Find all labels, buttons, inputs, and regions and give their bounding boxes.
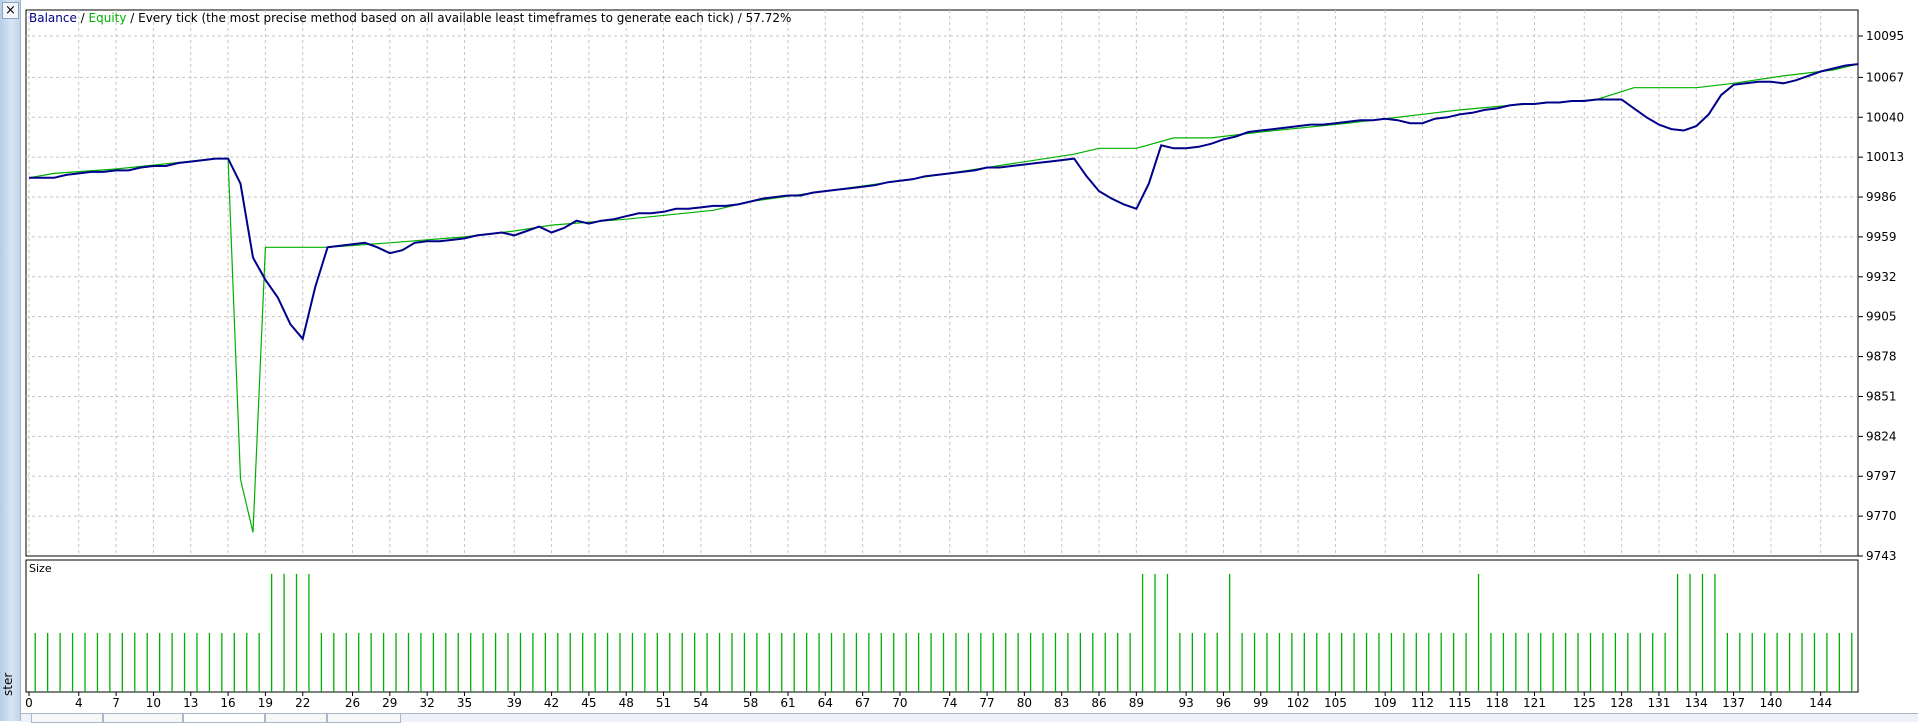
- x-tick-label: 10: [146, 696, 161, 710]
- y-tick-label: 9878: [1866, 350, 1897, 364]
- y-tick-label: 9824: [1866, 429, 1897, 443]
- x-tick-label: 64: [818, 696, 833, 710]
- size-panel-label: Size: [29, 562, 52, 575]
- x-tick-label: 74: [942, 696, 957, 710]
- x-tick-label: 96: [1216, 696, 1231, 710]
- x-tick-label: 131: [1647, 696, 1670, 710]
- x-tick-label: 105: [1324, 696, 1347, 710]
- x-tick-label: 102: [1287, 696, 1310, 710]
- x-axis-ticks: 0 4 7 10 13 16 19 22 26 29 32 35 39 42 45 48 51 54 58 61 64 6…: [25, 692, 1832, 710]
- x-tick-label: 140: [1759, 696, 1782, 710]
- title-separator: /: [77, 11, 89, 25]
- x-tick-label: 32: [420, 696, 435, 710]
- x-tick-label: 22: [295, 696, 310, 710]
- size-panel-frame: [25, 559, 1859, 693]
- title-details: / Every tick (the most precise method ba…: [126, 11, 791, 25]
- y-tick-label: 10013: [1866, 150, 1904, 164]
- x-tick-label: 115: [1448, 696, 1471, 710]
- y-tick-label: 9932: [1866, 270, 1897, 284]
- x-tick-label: 19: [258, 696, 273, 710]
- x-tick-label: 26: [345, 696, 360, 710]
- x-tick-label: 4: [75, 696, 83, 710]
- x-tick-label: 48: [619, 696, 634, 710]
- x-tick-label: 89: [1129, 696, 1144, 710]
- y-tick-label: 9959: [1866, 230, 1897, 244]
- y-tick-label: 9797: [1866, 469, 1897, 483]
- y-tick-label: 9743: [1866, 549, 1897, 563]
- x-tick-label: 109: [1374, 696, 1397, 710]
- tab-graph[interactable]: [183, 714, 265, 723]
- y-axis-ticks: 10095 10067 10040 10013 9986 9959 9932 9905 9878…: [1858, 29, 1904, 563]
- x-tick-label: 39: [507, 696, 522, 710]
- x-tick-label: 125: [1573, 696, 1596, 710]
- y-tick-label: 10095: [1866, 29, 1904, 43]
- balance-legend-label: Balance: [29, 11, 77, 25]
- x-tick-label: 45: [581, 696, 596, 710]
- x-tick-label: 93: [1178, 696, 1193, 710]
- x-tick-label: 7: [112, 696, 120, 710]
- equity-legend-label: Equity: [89, 11, 127, 25]
- x-tick-label: 42: [544, 696, 559, 710]
- y-tick-label: 10067: [1866, 70, 1904, 84]
- x-tick-label: 134: [1685, 696, 1708, 710]
- x-tick-label: 121: [1523, 696, 1546, 710]
- tab-5[interactable]: [327, 714, 401, 723]
- x-tick-label: 118: [1486, 696, 1509, 710]
- x-tick-label: 83: [1054, 696, 1069, 710]
- x-tick-label: 13: [183, 696, 198, 710]
- y-tick-label: 9770: [1866, 509, 1897, 523]
- chart-title: Balance / Equity / Every tick (the most …: [29, 11, 791, 25]
- x-tick-label: 67: [855, 696, 870, 710]
- tab-4[interactable]: [265, 714, 327, 723]
- x-tick-label: 51: [656, 696, 671, 710]
- tab-1[interactable]: [31, 714, 103, 723]
- main-plot-frame: [25, 9, 1859, 557]
- x-tick-label: 80: [1017, 696, 1032, 710]
- x-tick-label: 0: [25, 696, 33, 710]
- y-tick-label: 9851: [1866, 389, 1897, 403]
- x-tick-label: 54: [693, 696, 708, 710]
- x-tick-label: 61: [780, 696, 795, 710]
- x-tick-label: 77: [979, 696, 994, 710]
- x-tick-label: 128: [1610, 696, 1633, 710]
- x-tick-label: 35: [457, 696, 472, 710]
- x-tick-label: 86: [1091, 696, 1106, 710]
- y-tick-label: 10040: [1866, 110, 1904, 124]
- x-tick-label: 29: [382, 696, 397, 710]
- y-tick-label: 9986: [1866, 190, 1897, 204]
- x-tick-label: 16: [220, 696, 235, 710]
- x-tick-label: 58: [743, 696, 758, 710]
- x-tick-label: 70: [892, 696, 907, 710]
- x-tick-label: 112: [1411, 696, 1434, 710]
- x-tick-label: 144: [1809, 696, 1832, 710]
- y-tick-label: 9905: [1866, 310, 1897, 324]
- x-tick-label: 99: [1253, 696, 1268, 710]
- tab-2[interactable]: [103, 714, 183, 723]
- balance-equity-chart: 1009510067100401001399869959993299059878…: [25, 9, 1904, 710]
- x-tick-label: 137: [1722, 696, 1745, 710]
